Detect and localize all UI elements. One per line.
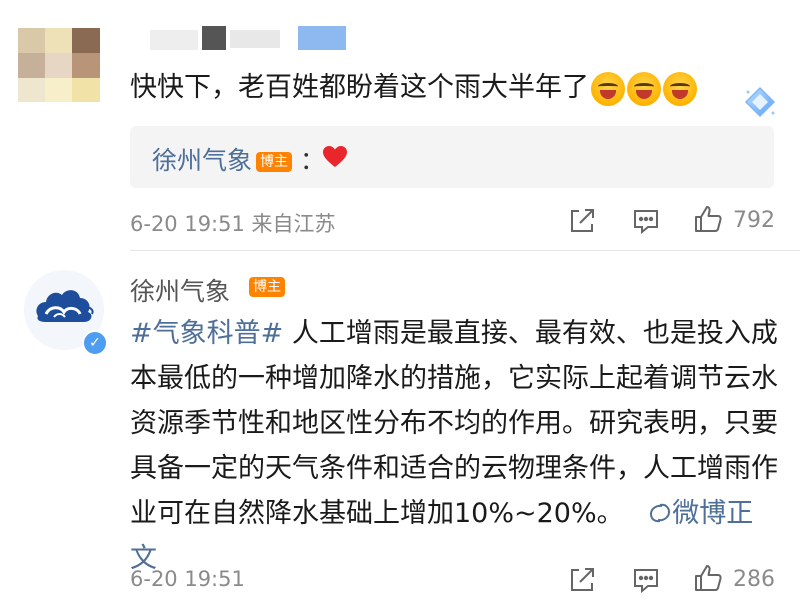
heart-icon <box>323 146 347 167</box>
crying-laugh-emoji <box>591 71 625 106</box>
fan-badge-icon <box>744 86 776 118</box>
comment-meta: 6-20 19:51 <box>130 567 245 591</box>
share-icon[interactable] <box>567 565 597 595</box>
avatar[interactable] <box>18 28 100 102</box>
username-blurred[interactable] <box>150 26 400 54</box>
comment-icon[interactable] <box>631 206 661 236</box>
share-icon[interactable] <box>567 206 597 236</box>
like-icon[interactable] <box>693 204 723 234</box>
crying-laugh-emoji <box>627 71 661 106</box>
author-tag: 博主 <box>249 277 285 297</box>
divider <box>130 250 800 251</box>
like-icon[interactable] <box>693 563 723 593</box>
comment-text: #气象科普# 人工增雨是最直接、最有效、也是投入成本最低的一种增加降水的措施，它… <box>130 318 778 574</box>
comment-text: 快快下，老百姓都盼着这个雨大半年了 <box>130 70 697 106</box>
link-icon <box>650 503 671 523</box>
hashtag-link[interactable]: #气象科普# <box>130 318 283 349</box>
crying-laugh-emoji <box>663 71 697 106</box>
reply-author[interactable]: 徐州气象 博主 <box>152 141 293 177</box>
author-tag: 博主 <box>256 152 293 172</box>
like-count: 286 <box>733 567 775 592</box>
comment-author[interactable]: 徐州气象 <box>130 272 230 308</box>
comment-meta: 6-20 19:51 来自江苏 <box>130 212 336 236</box>
like-count: 792 <box>733 208 775 233</box>
comment-icon[interactable] <box>631 565 661 595</box>
verified-badge-icon: ✓ <box>82 330 108 356</box>
